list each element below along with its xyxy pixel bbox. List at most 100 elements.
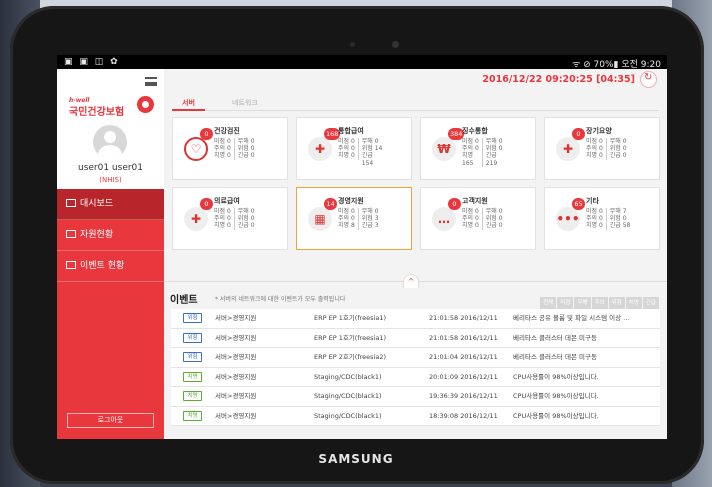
stat-value: 치명 8: [338, 222, 355, 230]
collapse-chevron-up-icon[interactable]: ^: [403, 274, 419, 288]
table-row[interactable]: 위험 서버>경영지원 ERP EP 1호기(freesia1) 21:01:58 20…: [171, 309, 660, 329]
event-path: 서버>경영지원: [215, 314, 257, 322]
events-icon: [66, 261, 76, 269]
event-message: 베리타스 클러스터 데몬 미구동: [513, 353, 597, 361]
severity-badge: 치명: [183, 371, 202, 382]
refresh-icon[interactable]: [640, 71, 657, 88]
stats-column: 무해 0 위험 0 긴급 0: [610, 138, 630, 160]
service-card[interactable]: ✚ 168 통합급여 미점 0 주의 0 치명 0 무해 0 위험 14 긴급 154: [296, 117, 412, 180]
service-card[interactable]: ✚ 0 의료급여미점 0 주의 0 치명 0 무해 0 위험 0 긴급 0: [172, 187, 288, 250]
first-aid-icon: ✚: [184, 207, 208, 231]
stat-value: 긴급 58: [609, 222, 631, 230]
main-content: 2016/12/22 09:20:25 [04:35] 서버 네트워크 ♡0건강…: [164, 69, 667, 439]
card-stats: 미점 0 주의 0 치명 0 무해 0 위험 14 긴급 154: [338, 138, 388, 167]
avatar[interactable]: [93, 125, 127, 159]
chat-icon: …: [432, 207, 456, 231]
service-card[interactable]: ✚ 0 장기요양 미점 0 주의 0 치명 0 무해 0 위험 0 긴급 0: [544, 117, 660, 180]
event-message: CPU사용률이 98%이상입니다.: [513, 372, 599, 381]
event-host: Staging/CDC(black1): [314, 392, 382, 400]
hamburger-menu-icon[interactable]: [145, 77, 157, 86]
card-stats: 미점 0 주의 0 치명 0 무해 0 위험 0 긴급 0: [214, 138, 261, 160]
profile-panel: h-well 국민건강보험 user01 user01 (NHIS): [57, 69, 164, 189]
severity-badge: 치명: [183, 391, 202, 401]
table-row[interactable]: 치명 서버>경영지원 Staging/CDC(black1) 19:36:39 201…: [171, 387, 660, 407]
sidebar-item-events[interactable]: 이벤트 현황: [57, 251, 164, 282]
filter-button[interactable]: 전체: [540, 297, 557, 309]
count-badge: 14: [324, 198, 337, 210]
event-host: Staging/CDC(black1): [314, 372, 382, 381]
camera-dot-icon: [350, 42, 355, 47]
stats-column: 무해 0 위험 0 긴급 0: [238, 208, 258, 230]
service-card[interactable]: … 0 고객지원 미점 0 주의 0 치명 0 무해 0 위험 0 긴급 0: [420, 187, 536, 250]
filter-button[interactable]: 미점: [557, 297, 574, 309]
sidebar-item-label: 이벤트 현황: [80, 261, 125, 271]
card-title: 징수통합: [462, 127, 488, 135]
wallet-icon: ₩: [432, 137, 456, 161]
event-time: 21:01:04 2016/12/11: [429, 353, 498, 361]
service-card[interactable]: ₩384 징수통합 미점 0 주의 0 치명 165 무해 0 위험 0 긴급 219: [420, 117, 536, 180]
event-message: CPU사용률이 98%이상입니다.: [513, 411, 599, 420]
stats-column: 미점 0 주의 0 치명 0: [214, 208, 235, 230]
stat-value: 긴급 0: [485, 222, 503, 230]
filter-button[interactable]: 주의: [591, 297, 608, 309]
app-screen: ▣ ▣ ◫ ✿ ᯤ ⊘ 70%▮ 오전 9:20 h-well 국민건강보험 u…: [57, 55, 667, 439]
status-bar: ▣ ▣ ◫ ✿ ᯤ ⊘ 70%▮ 오전 9:20: [57, 55, 667, 70]
count-badge: 65: [572, 198, 585, 210]
event-path: 서버>경영지원: [215, 372, 257, 381]
sidebar-item-label: 자원현황: [80, 230, 114, 240]
events-subtitle: * 서버의 네트워크에 대한 이벤트가 모두 출력됩니다: [215, 296, 346, 303]
event-host: ERP EP 2호기(freesia2): [314, 353, 386, 361]
medical-document-icon: ✚: [308, 137, 332, 161]
user-org: (NHIS): [99, 176, 122, 184]
logout-button[interactable]: 로그아웃: [67, 413, 154, 428]
service-card[interactable]: ▦ 14 경영지원 미점 0 주의 0 치명 8 무해 0 위험 3 긴급 3: [296, 187, 412, 250]
tab-server[interactable]: 서버: [172, 97, 205, 111]
event-host: ERP EP 1호기(freesia1): [314, 333, 386, 342]
filter-button[interactable]: 치명: [625, 297, 642, 309]
status-notification-icons: ▣ ▣ ◫ ✿: [64, 57, 120, 67]
sidebar-item-resources[interactable]: 자원현황: [57, 220, 164, 251]
event-time: 20:01:09 2016/12/11: [429, 372, 498, 381]
username: user01 user01: [77, 163, 144, 173]
stats-column: 미점 0 주의 0 치명 0: [338, 138, 359, 160]
stat-value: 치명 0: [214, 152, 231, 160]
card-stats: 미점 0 주의 0 치명 0 무해 0 위험 0 긴급 0: [586, 138, 633, 160]
table-row[interactable]: 치명 서버>경영지원 Staging/CDC(black1) 18:39:08 201…: [171, 406, 660, 426]
stat-value: 치명 0: [586, 152, 603, 160]
service-card[interactable]: ♡ 0 건강검진 미점 0 주의 0 치명 0 무해 0 위험 0 긴급 0: [172, 117, 288, 180]
logo-text: 국민건강보험: [69, 107, 125, 118]
sidebar: h-well 국민건강보험 user01 user01 (NHIS) 대시보드 …: [57, 69, 164, 439]
stat-value: 치명 0: [214, 222, 231, 230]
card-title: 의료급여: [214, 197, 240, 205]
service-card[interactable]: ••• 65 기타 미점 0 주의 0 치명 0 무해 7 위험 0 긴급 58: [544, 187, 660, 250]
event-message: 베리타스 공유 볼륨 및 파일 시스템 이상 ...: [513, 314, 630, 322]
stats-column: 미점 0 주의 0 치명 0: [214, 138, 235, 160]
events-title: 이벤트: [170, 295, 198, 306]
stat-value: 219: [485, 159, 498, 167]
filter-button[interactable]: 긴급: [642, 297, 659, 309]
medical-drop-icon: ✚: [556, 137, 580, 161]
card-title: 경영지원: [338, 197, 364, 205]
table-row[interactable]: 치명 서버>경영지원 Staging/CDC(black1) 20:01:09 201…: [171, 367, 660, 387]
count-badge: 0: [200, 198, 213, 210]
card-stats: 미점 0 주의 0 치명 165 무해 0 위험 0 긴급 219: [462, 138, 509, 167]
sidebar-item-dashboard[interactable]: 대시보드: [57, 189, 164, 220]
filter-button[interactable]: 무해: [574, 297, 591, 309]
stats-column: 무해 0 위험 14 긴급 154: [362, 138, 386, 167]
card-stats: 미점 0 주의 0 치명 0 무해 0 위험 0 긴급 0: [214, 208, 261, 230]
stats-column: 무해 0 위험 0 긴급 0: [238, 138, 258, 160]
severity-badge: 치명: [183, 410, 202, 421]
table-row[interactable]: 위험 서버>경영지원 ERP EP 1호기(freesia1) 21:01:58 20…: [171, 328, 660, 348]
tab-network[interactable]: 네트워크: [232, 97, 258, 111]
table-row[interactable]: 위험 서버>경영지원 ERP EP 2호기(freesia2) 21:01:04 20…: [171, 348, 660, 368]
stat-value: 긴급 3: [361, 222, 379, 230]
event-path: 서버>경영지원: [215, 392, 257, 400]
severity-badge: 위험: [183, 352, 202, 362]
event-time: 19:36:39 2016/12/11: [429, 392, 498, 400]
count-badge: 0: [448, 198, 461, 210]
card-title: 장기요양: [586, 127, 612, 135]
count-badge: 0: [200, 128, 213, 140]
event-message: 베리타스 클러스터 데몬 미구동: [513, 333, 597, 342]
event-filters: 전체 미점 무해 주의 위험 치명 긴급: [539, 289, 659, 309]
filter-button[interactable]: 위험: [608, 297, 625, 309]
